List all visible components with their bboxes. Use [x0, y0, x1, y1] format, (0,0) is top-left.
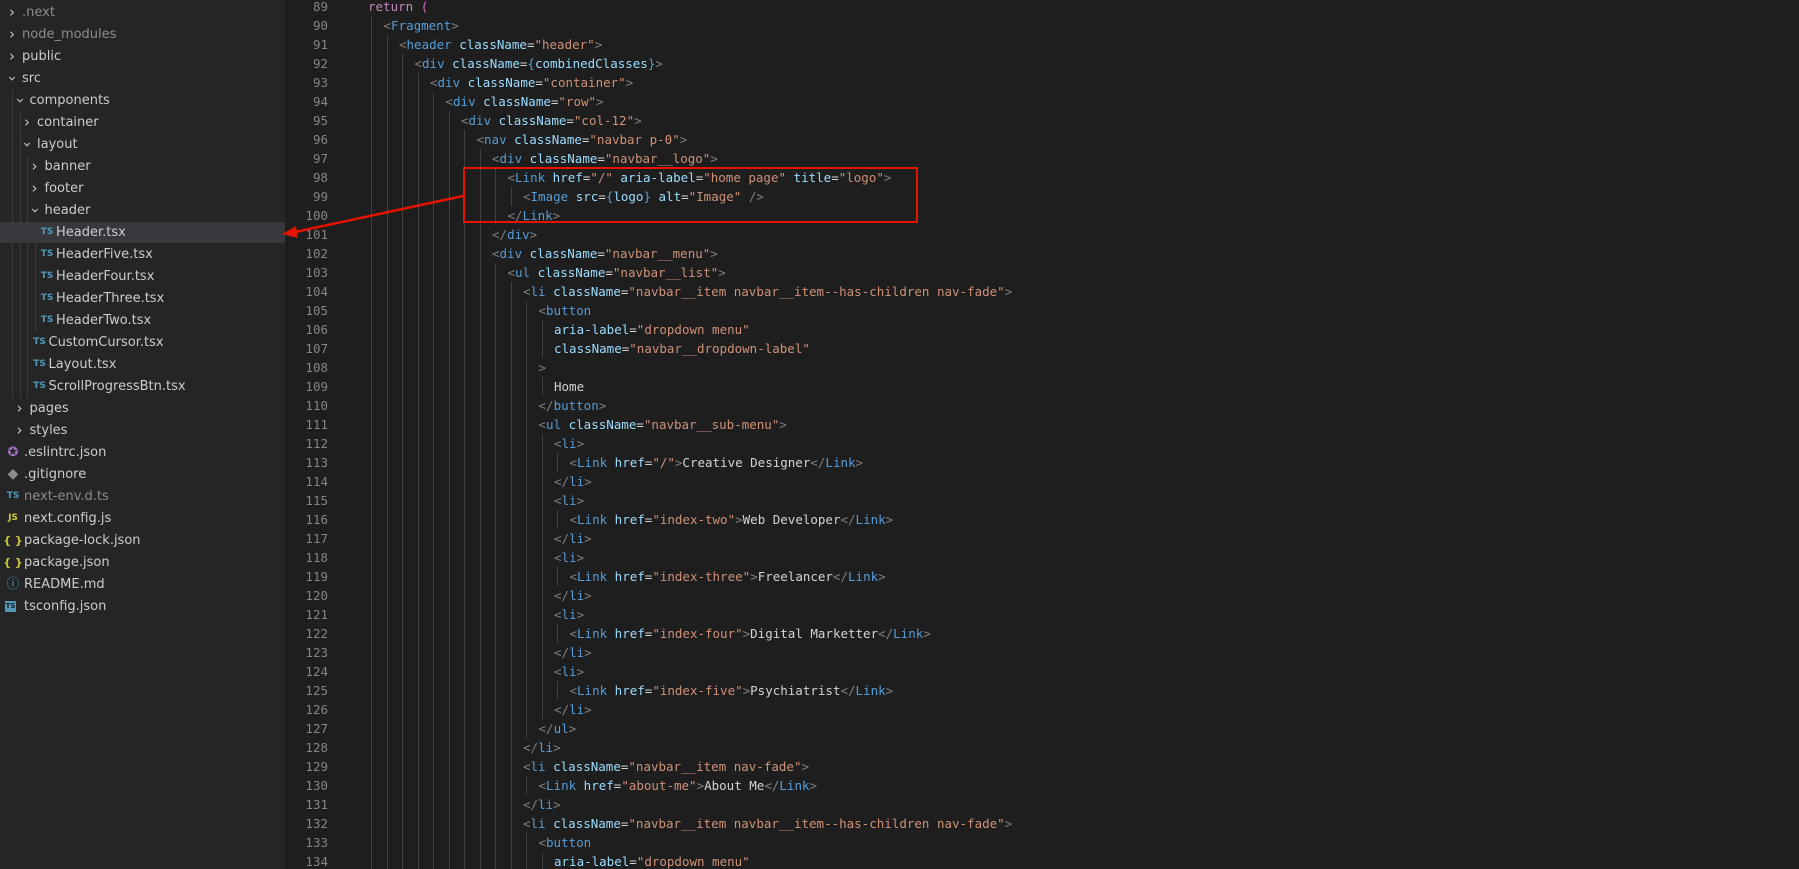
annotation-arrowhead	[282, 226, 298, 238]
annotation-arrow-line	[294, 194, 464, 234]
annotation-arrow	[282, 194, 464, 238]
